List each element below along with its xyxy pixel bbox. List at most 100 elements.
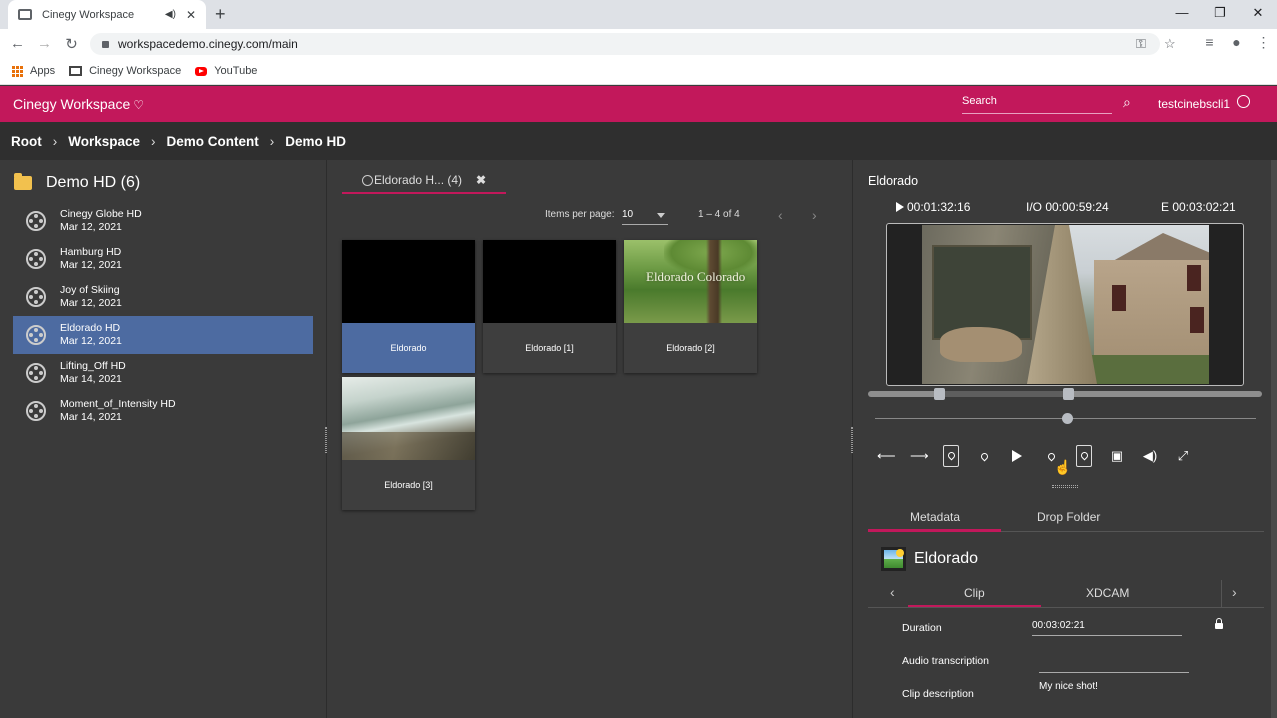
chevron-right-icon[interactable]: ›: [1232, 584, 1237, 600]
step-forward-icon[interactable]: ⟶: [910, 448, 929, 464]
item-date: Mar 14, 2021: [60, 411, 122, 423]
folder-open-icon: [14, 173, 32, 190]
window-close-icon[interactable]: ✕: [1239, 0, 1277, 29]
list-item[interactable]: Lifting_Off HD Mar 14, 2021: [13, 354, 313, 392]
subtab-clip[interactable]: Clip: [964, 586, 985, 600]
seek-handle[interactable]: [1062, 413, 1073, 424]
list-item-selected[interactable]: Eldorado HD Mar 12, 2021: [13, 316, 313, 354]
audio-transcription-field[interactable]: [1032, 655, 1182, 669]
star-icon[interactable]: ☆: [1164, 36, 1176, 52]
list-item[interactable]: Moment_of_Intensity HD Mar 14, 2021: [13, 392, 313, 430]
tab-drop-folder[interactable]: Drop Folder: [1037, 510, 1100, 524]
back-icon[interactable]: ←: [4, 35, 31, 52]
close-tab-icon[interactable]: ✕: [186, 8, 196, 22]
active-subtab-indicator: [908, 605, 1041, 607]
minimize-icon[interactable]: —: [1163, 0, 1201, 29]
go-to-mark-in-button[interactable]: [943, 445, 959, 467]
forward-icon[interactable]: →: [31, 35, 58, 52]
close-tab-icon[interactable]: ✖: [476, 173, 486, 187]
clip-card[interactable]: Eldorado Colorado Eldorado [2]: [624, 240, 757, 373]
breadcrumb-workspace[interactable]: Workspace: [68, 134, 140, 149]
search-input[interactable]: Search: [962, 92, 1112, 114]
lock-icon[interactable]: [102, 40, 109, 48]
prev-page-icon[interactable]: ‹: [778, 207, 783, 223]
breadcrumb-demo-content[interactable]: Demo Content: [167, 134, 259, 149]
clip-card[interactable]: Eldorado [3]: [342, 377, 475, 510]
address-bar[interactable]: workspacedemo.cinegy.com/main ⚿ ☆: [90, 33, 1176, 55]
fullscreen-icon[interactable]: ⤢: [1175, 448, 1191, 464]
clip-description-field[interactable]: My nice shot!: [1039, 681, 1189, 692]
tab-eldorado[interactable]: Eldorado H... (4) ✖: [342, 168, 506, 194]
snapshot-icon[interactable]: ▣: [1109, 448, 1125, 464]
next-page-icon[interactable]: ›: [812, 207, 817, 223]
timecode-end: E 00:03:02:21: [1161, 200, 1236, 214]
go-to-mark-out-button[interactable]: [1076, 445, 1092, 467]
panel-resize-handle[interactable]: [1052, 485, 1078, 488]
item-name: Eldorado HD: [60, 322, 121, 334]
speaker-icon[interactable]: ◀): [165, 9, 176, 20]
browser-tab[interactable]: Cinegy Workspace ◀) ✕: [8, 0, 206, 29]
browser-actions: ≡ ● ⋮: [1196, 34, 1277, 51]
bookmark-apps[interactable]: Apps: [12, 65, 55, 77]
item-name: Lifting_Off HD: [60, 360, 126, 372]
middle-resize-handle[interactable]: [851, 427, 853, 453]
volume-icon[interactable]: ◀): [1142, 448, 1158, 464]
film-reel-icon: [26, 287, 46, 307]
clip-card[interactable]: Eldorado [1]: [483, 240, 616, 373]
breadcrumb-demo-hd[interactable]: Demo HD: [285, 134, 346, 149]
chevron-right-icon: ›: [151, 133, 156, 149]
play-icon[interactable]: [1012, 450, 1022, 462]
list-item[interactable]: Hamburg HD Mar 12, 2021: [13, 240, 313, 278]
page-scrollbar[interactable]: [1271, 160, 1277, 718]
restore-icon[interactable]: ❐: [1201, 0, 1239, 29]
reload-icon[interactable]: ↻: [58, 35, 85, 53]
film-reel-icon: [26, 363, 46, 383]
list-item[interactable]: Cinegy Globe HD Mar 12, 2021: [13, 202, 313, 240]
brand-label: Cinegy Workspace: [13, 96, 131, 112]
app-brand[interactable]: Cinegy Workspace ♡: [13, 96, 144, 112]
username[interactable]: testcinebscli1: [1158, 97, 1230, 111]
preview-clip-name: Eldorado: [868, 174, 919, 188]
bookmark-cinegy-workspace[interactable]: Cinegy Workspace: [69, 65, 181, 77]
lock-icon[interactable]: [1215, 618, 1223, 629]
key-icon[interactable]: ⚿: [1136, 36, 1146, 52]
bookmarks-bar: Apps Cinegy Workspace YouTube: [0, 58, 1277, 85]
video-player[interactable]: [886, 223, 1244, 386]
tab-metadata[interactable]: Metadata: [910, 510, 960, 524]
items-per-page-select[interactable]: 10: [622, 206, 668, 225]
left-resize-handle[interactable]: [325, 427, 327, 453]
url-text: workspacedemo.cinegy.com/main: [118, 37, 298, 51]
duration-field[interactable]: 00:03:02:21: [1032, 620, 1182, 631]
profile-icon[interactable]: ●: [1223, 34, 1250, 51]
chevron-left-icon[interactable]: ‹: [890, 584, 895, 600]
page-favicon-icon: [18, 9, 32, 20]
subtab-xdcam[interactable]: XDCAM: [1086, 586, 1129, 600]
menu-icon[interactable]: ⋮: [1250, 34, 1277, 51]
item-name: Hamburg HD: [60, 246, 122, 258]
media-control-icon[interactable]: ≡: [1196, 34, 1223, 51]
chevron-right-icon: ›: [52, 133, 58, 149]
clip-image-icon: [881, 547, 906, 571]
play-indicator-icon: [896, 202, 904, 212]
search-icon[interactable]: ⌕: [1123, 94, 1131, 111]
asset-title: Eldorado: [881, 547, 978, 571]
clip-label: Eldorado [3]: [384, 480, 433, 490]
film-reel-icon: [362, 174, 373, 186]
breadcrumb: Root › Workspace › Demo Content › Demo H…: [0, 122, 1277, 160]
youtube-icon: [195, 66, 208, 76]
trim-out-handle[interactable]: [1063, 388, 1074, 400]
list-item[interactable]: Joy of Skiing Mar 12, 2021: [13, 278, 313, 316]
clip-card[interactable]: Eldorado: [342, 240, 475, 373]
film-reel-icon: [26, 211, 46, 231]
folder-title: Demo HD (6): [14, 173, 140, 192]
item-date: Mar 12, 2021: [60, 259, 122, 271]
bookmark-youtube[interactable]: YouTube: [195, 65, 257, 77]
breadcrumb-root[interactable]: Root: [11, 134, 42, 149]
trim-in-handle[interactable]: [934, 388, 945, 400]
step-back-icon[interactable]: ⟵: [877, 448, 896, 464]
mark-in-icon[interactable]: [976, 448, 992, 464]
audio-transcription-underline: [1039, 672, 1189, 673]
preview-panel: Eldorado 00:01:32:16 I/O 00:00:59:24 E 0…: [854, 160, 1277, 718]
new-tab-icon[interactable]: +: [215, 4, 226, 25]
account-icon[interactable]: [1237, 95, 1250, 108]
